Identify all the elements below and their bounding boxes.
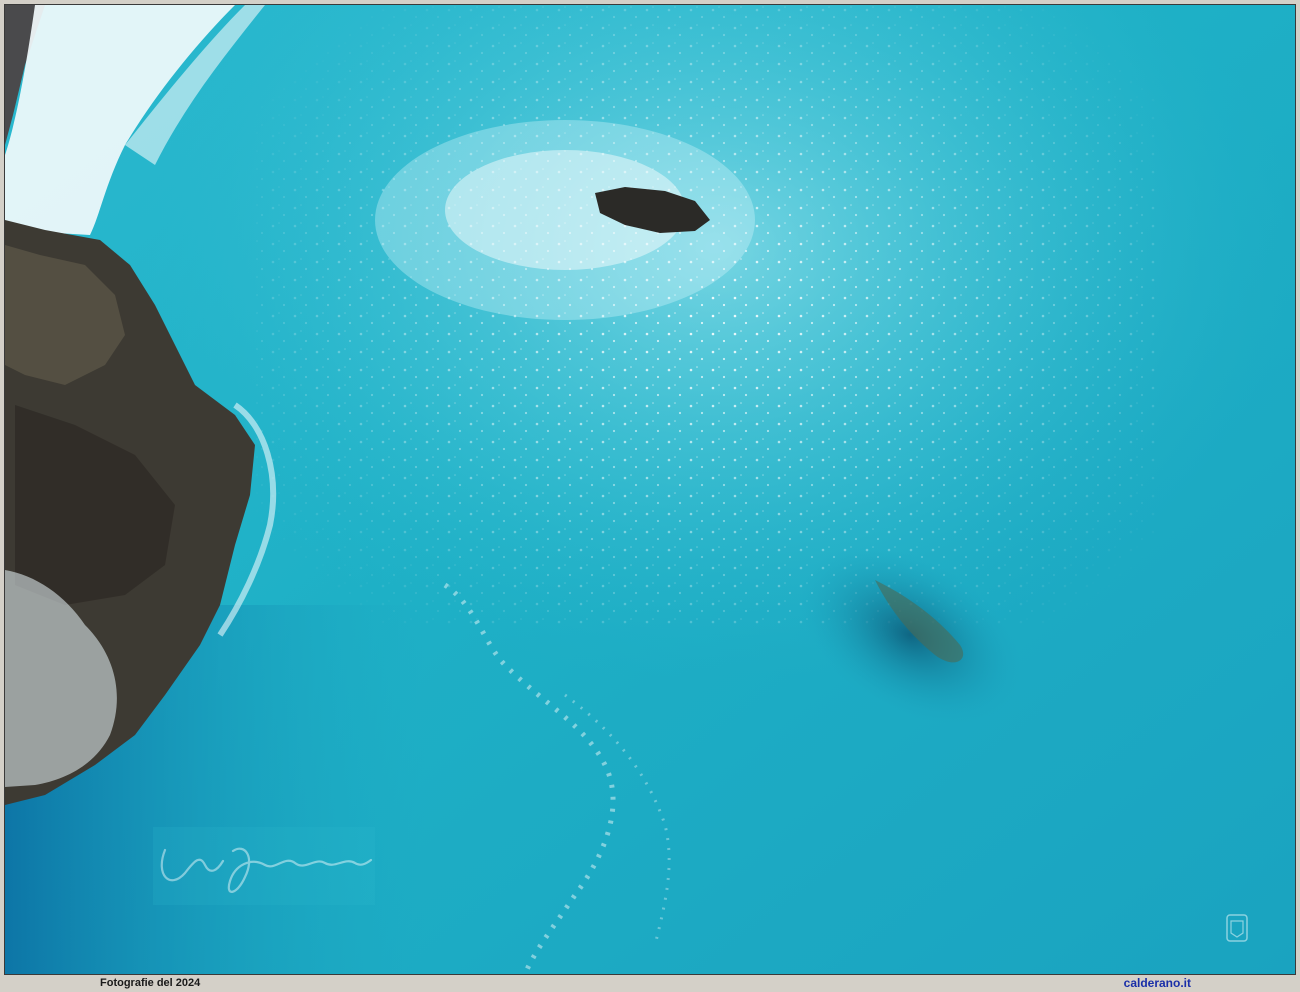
photo-viewer-frame: Fotografie del 2024 calderano.it xyxy=(0,0,1300,992)
signature-watermark xyxy=(153,827,375,905)
footer-bar: Fotografie del 2024 calderano.it xyxy=(4,975,1296,991)
aerial-sea-photo xyxy=(5,5,1295,974)
photo-container xyxy=(4,4,1296,975)
footer-year-label: Fotografie del 2024 xyxy=(100,977,201,989)
footer-site-link[interactable]: calderano.it xyxy=(1124,975,1191,991)
